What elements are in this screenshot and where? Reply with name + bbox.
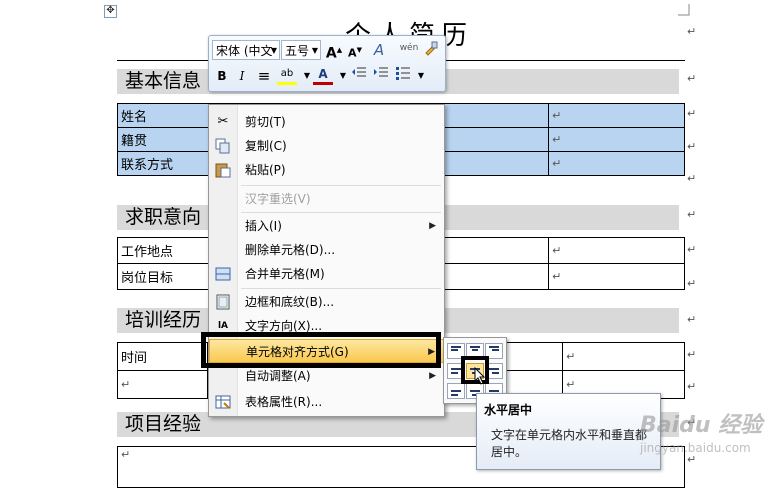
scissors-icon: ✂ xyxy=(217,114,229,129)
font-size-combo[interactable]: 五号 ▼ xyxy=(281,40,321,60)
font-color-button[interactable]: A xyxy=(313,66,333,85)
table-cell[interactable]: ↵ xyxy=(548,127,685,152)
highlight-button[interactable]: ab xyxy=(277,66,297,85)
mini-toolbar: 宋体 (中文 ▼ 五号 ▼ A▲ A▼ A wén B I ≡ ab ▼ A ▼ ▼ xyxy=(208,35,446,92)
menu-item-paste[interactable]: 粘贴(P) xyxy=(209,158,444,182)
table-cell[interactable]: ↵ xyxy=(548,103,685,128)
menu-item-delete-cells[interactable]: 删除单元格(D)... xyxy=(209,238,444,262)
menu-separator xyxy=(241,212,441,213)
phonetic-guide-button[interactable]: wén xyxy=(399,38,419,58)
tooltip-body: 文字在单元格内水平和垂直都居中。 xyxy=(491,428,648,459)
paragraph-mark: ↵ xyxy=(687,140,697,153)
watermark: Baidu 经验 jingyan.baidu.com xyxy=(640,407,762,455)
menu-item-copy[interactable]: 复制(C) xyxy=(209,134,444,158)
align-bottom-left-icon[interactable] xyxy=(447,383,465,399)
copy-icon xyxy=(215,138,231,154)
paragraph-mark: ↵ xyxy=(687,348,697,361)
paragraph-mark: ↵ xyxy=(687,243,697,256)
bullets-icon[interactable] xyxy=(393,66,413,86)
table-cell[interactable]: ↵ xyxy=(548,151,685,176)
menu-item-table-properties[interactable]: 表格属性(R)... xyxy=(209,390,444,414)
tooltip-title: 水平居中 xyxy=(484,403,533,417)
menu-item-cut[interactable]: ✂ 剪切(T) xyxy=(209,110,444,134)
submenu-arrow-icon: ▶ xyxy=(429,221,436,231)
paragraph-mark: ↵ xyxy=(687,208,697,221)
chevron-down-icon: ▼ xyxy=(270,46,277,55)
table-cell[interactable]: ↵ xyxy=(548,237,685,264)
table-cell[interactable]: 联系方式 xyxy=(116,151,218,176)
table-cell[interactable]: 工作地点 xyxy=(116,237,218,264)
paragraph-mark: ↵ xyxy=(687,72,697,85)
borders-icon xyxy=(215,294,231,310)
font-name-combo[interactable]: 宋体 (中文 ▼ xyxy=(212,40,280,60)
table-cell[interactable]: 岗位目标 xyxy=(116,263,218,290)
chevron-down-icon: ▼ xyxy=(311,46,318,55)
menu-item-reconvert: 汉字重选(V) xyxy=(245,192,311,206)
styles-button[interactable]: A xyxy=(369,40,389,60)
paragraph-mark: ↵ xyxy=(687,25,697,38)
increase-indent-icon[interactable] xyxy=(371,66,391,86)
shrink-font-button[interactable]: A▼ xyxy=(345,40,365,60)
table-properties-icon xyxy=(215,394,231,410)
format-painter-icon[interactable] xyxy=(421,40,441,60)
table-cell[interactable]: 姓名 xyxy=(116,103,218,128)
page-corner-mark xyxy=(678,4,690,16)
center-align-button[interactable]: ≡ xyxy=(254,66,274,86)
paragraph-mark: ↵ xyxy=(687,380,697,393)
annotation-highlight-box xyxy=(201,332,441,368)
paragraph-mark: ↵ xyxy=(687,277,697,290)
tooltip: 水平居中 文字在单元格内水平和垂直都居中。 xyxy=(476,393,661,470)
context-menu: ✂ 剪切(T) 复制(C) 粘贴(P) 汉字重选(V) 插入(I) ▶ 删除单元… xyxy=(208,104,445,417)
menu-item-insert[interactable]: 插入(I) ▶ xyxy=(209,214,444,238)
menu-item-merge-cells[interactable]: 合并单元格(M) xyxy=(209,262,444,286)
mouse-pointer-icon xyxy=(474,367,486,385)
table-cell[interactable]: 籍贯 xyxy=(116,127,218,152)
menu-item-borders-shading[interactable]: 边框和底纹(B)... xyxy=(209,290,444,314)
paragraph-mark: ↵ xyxy=(687,107,697,120)
bold-button[interactable]: B xyxy=(212,66,232,86)
paste-icon xyxy=(215,162,231,178)
table-cell[interactable]: ↵ xyxy=(117,370,208,399)
watermark-url: jingyan.baidu.com xyxy=(640,441,751,455)
table-cell[interactable]: ↵ xyxy=(548,263,685,290)
menu-separator xyxy=(241,185,441,186)
table-move-handle-icon[interactable]: ✥ xyxy=(104,5,117,18)
chevron-down-icon[interactable]: ▼ xyxy=(411,66,431,86)
table-cell[interactable]: 时间 xyxy=(117,342,208,371)
menu-separator xyxy=(241,288,441,289)
watermark-brand: Baidu 经验 xyxy=(640,413,763,438)
table-cell[interactable]: ↵ xyxy=(562,342,685,371)
paragraph-mark: ↵ xyxy=(687,172,697,185)
grow-font-button[interactable]: A▲ xyxy=(324,40,344,62)
paragraph-mark: ↵ xyxy=(687,313,697,326)
italic-button[interactable]: I xyxy=(232,66,252,86)
decrease-indent-icon[interactable] xyxy=(349,66,369,86)
merge-cells-icon xyxy=(215,266,231,282)
